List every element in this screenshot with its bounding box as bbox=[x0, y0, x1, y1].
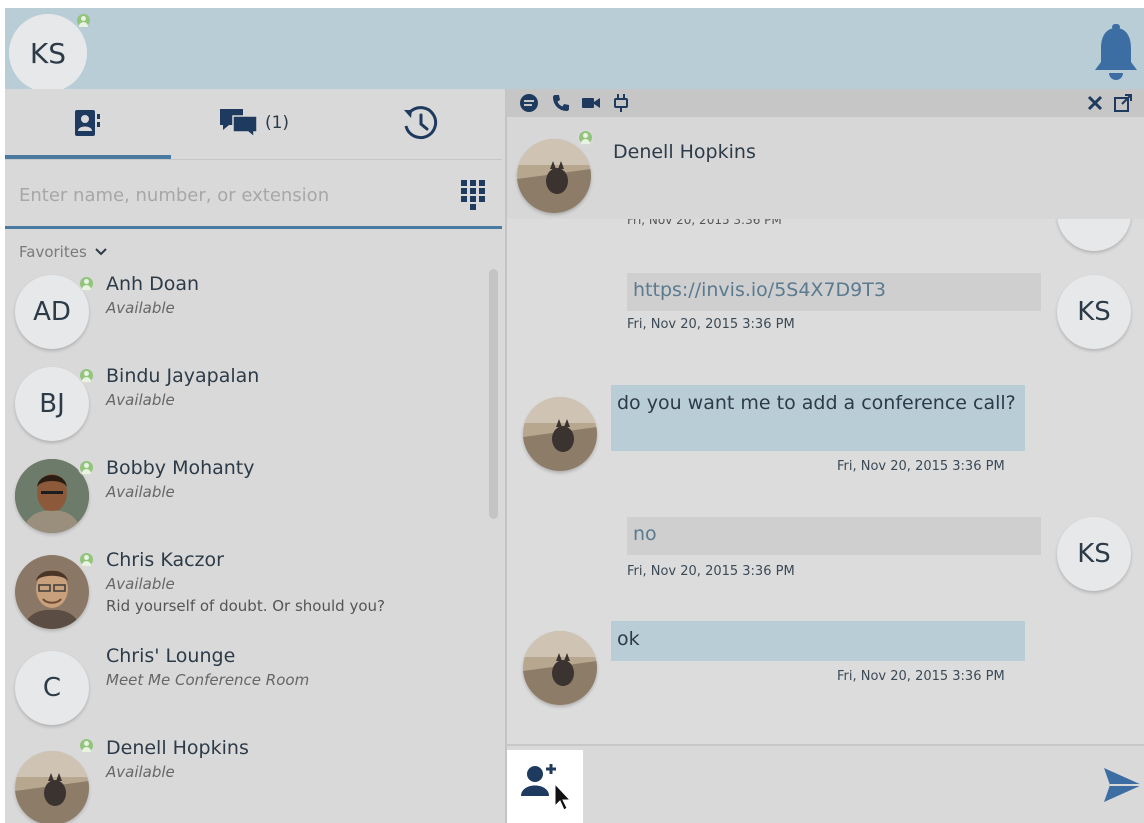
favorites-label: Favorites bbox=[19, 243, 87, 261]
message-text: ok bbox=[617, 628, 640, 650]
contact-status-message: Rid yourself of doubt. Or should you? bbox=[106, 597, 385, 615]
message-bubble-incoming: ok bbox=[611, 621, 1025, 661]
top-bar: KS bbox=[5, 8, 1144, 92]
contacts-panel: (1) Enter name, number, or extension Fav… bbox=[5, 89, 502, 823]
contact-status: Meet Me Conference Room bbox=[106, 671, 310, 689]
avatar: C bbox=[15, 651, 89, 725]
contact-status: Available bbox=[106, 299, 175, 317]
search-input[interactable] bbox=[19, 181, 439, 209]
message-bubble-incoming: do you want me to add a conference call? bbox=[611, 385, 1025, 451]
my-avatar[interactable]: KS bbox=[9, 14, 87, 92]
contact-status: Available bbox=[106, 575, 175, 593]
contact-status: Available bbox=[106, 483, 175, 501]
contact-item[interactable]: Bobby Mohanty Available bbox=[5, 453, 485, 545]
plug-icon[interactable] bbox=[611, 93, 631, 113]
contact-name: Anh Doan bbox=[106, 273, 200, 295]
search-bar bbox=[5, 161, 502, 229]
message-timestamp: Fri, Nov 20, 2015 3:36 PM bbox=[627, 317, 795, 332]
tab-history[interactable] bbox=[337, 89, 502, 157]
contact-card-icon bbox=[75, 110, 100, 136]
tab-bar: (1) bbox=[5, 89, 502, 161]
contact-item[interactable]: AD Anh Doan Available bbox=[5, 269, 485, 361]
message-text: no bbox=[633, 523, 657, 545]
avatar-initials: KS bbox=[1077, 539, 1111, 569]
avatar-photo bbox=[523, 397, 597, 471]
conversation-panel: Denell Hopkins Fri, Nov 20, 2015 3:36 PM… bbox=[505, 89, 1144, 823]
video-icon[interactable] bbox=[581, 93, 601, 113]
contact-item[interactable]: C Chris' Lounge Meet Me Conference Room bbox=[5, 637, 485, 729]
avatar-photo bbox=[523, 631, 597, 705]
send-icon[interactable] bbox=[1102, 764, 1144, 806]
my-initials: KS bbox=[29, 36, 67, 70]
contact-item[interactable]: Denell Hopkins Available bbox=[5, 729, 485, 823]
tab-chats[interactable]: (1) bbox=[171, 89, 337, 157]
contact-status: Available bbox=[106, 763, 175, 781]
avatar: KS bbox=[1057, 517, 1131, 591]
presence-available-icon bbox=[577, 129, 594, 146]
avatar-photo bbox=[15, 751, 89, 823]
contact-status: Available bbox=[106, 391, 175, 409]
add-user-icon bbox=[521, 764, 572, 811]
conversation-contact-name: Denell Hopkins bbox=[613, 141, 756, 163]
contact-name: Bindu Jayapalan bbox=[106, 365, 260, 387]
contact-list-scrollbar[interactable] bbox=[489, 269, 498, 519]
conversation-header: Denell Hopkins bbox=[507, 117, 1144, 219]
favorites-toggle[interactable]: Favorites bbox=[19, 243, 107, 261]
message-timestamp: Fri, Nov 20, 2015 3:36 PM bbox=[627, 564, 795, 579]
chevron-down-icon bbox=[95, 248, 107, 256]
chat-icon[interactable] bbox=[519, 93, 539, 113]
contact-name: Chris' Lounge bbox=[106, 645, 236, 667]
tab-contacts[interactable] bbox=[5, 89, 171, 157]
avatar-initials: BJ bbox=[39, 389, 65, 419]
avatar-photo bbox=[517, 139, 591, 213]
close-icon[interactable] bbox=[1085, 93, 1105, 113]
popout-icon[interactable] bbox=[1113, 93, 1133, 113]
avatar-initials: C bbox=[42, 673, 62, 703]
presence-available-icon bbox=[78, 737, 95, 754]
presence-available-icon bbox=[78, 367, 95, 384]
message-link[interactable]: https://invis.io/5S4X7D9T3 bbox=[633, 279, 886, 301]
bell-icon[interactable] bbox=[1092, 24, 1140, 82]
contact-list: AD Anh Doan Available BJ Bindu Jayapalan… bbox=[5, 269, 502, 823]
avatar-initials: KS bbox=[1077, 297, 1111, 327]
message-text: do you want me to add a conference call? bbox=[617, 392, 1016, 414]
app-window: KS (1) Enter name, number, or extension … bbox=[5, 8, 1144, 823]
message-bubble-outgoing: https://invis.io/5S4X7D9T3 bbox=[627, 273, 1041, 311]
contact-name: Chris Kaczor bbox=[106, 549, 224, 571]
avatar: KS bbox=[1057, 275, 1131, 349]
presence-available-icon bbox=[75, 12, 92, 29]
message-composer bbox=[507, 744, 1144, 823]
message-timestamp: Fri, Nov 20, 2015 3:36 PM bbox=[837, 669, 1005, 684]
message-list: Fri, Nov 20, 2015 3:36 PM https://invis.… bbox=[507, 219, 1144, 744]
dialpad-icon[interactable] bbox=[460, 179, 486, 215]
tab-divider bbox=[5, 159, 502, 160]
contact-item[interactable]: BJ Bindu Jayapalan Available bbox=[5, 361, 485, 453]
presence-available-icon bbox=[78, 275, 95, 292]
chat-bubbles-icon bbox=[219, 109, 258, 139]
contact-item[interactable]: Chris Kaczor Available Rid yourself of d… bbox=[5, 545, 485, 637]
message-timestamp: Fri, Nov 20, 2015 3:36 PM bbox=[627, 219, 782, 227]
conversation-toolbar bbox=[507, 89, 1144, 117]
message-bubble-outgoing: no bbox=[627, 517, 1041, 555]
presence-available-icon bbox=[78, 551, 95, 568]
avatar-initials: AD bbox=[33, 297, 71, 327]
chat-unread-count: (1) bbox=[264, 113, 290, 133]
message-timestamp: Fri, Nov 20, 2015 3:36 PM bbox=[837, 459, 1005, 474]
contact-name: Denell Hopkins bbox=[106, 737, 249, 759]
presence-available-icon bbox=[78, 459, 95, 476]
contact-name: Bobby Mohanty bbox=[106, 457, 255, 479]
avatar-photo bbox=[15, 555, 89, 629]
add-participant-button[interactable] bbox=[507, 750, 583, 823]
history-icon bbox=[403, 106, 437, 140]
phone-icon[interactable] bbox=[551, 93, 571, 113]
avatar bbox=[1057, 219, 1131, 251]
